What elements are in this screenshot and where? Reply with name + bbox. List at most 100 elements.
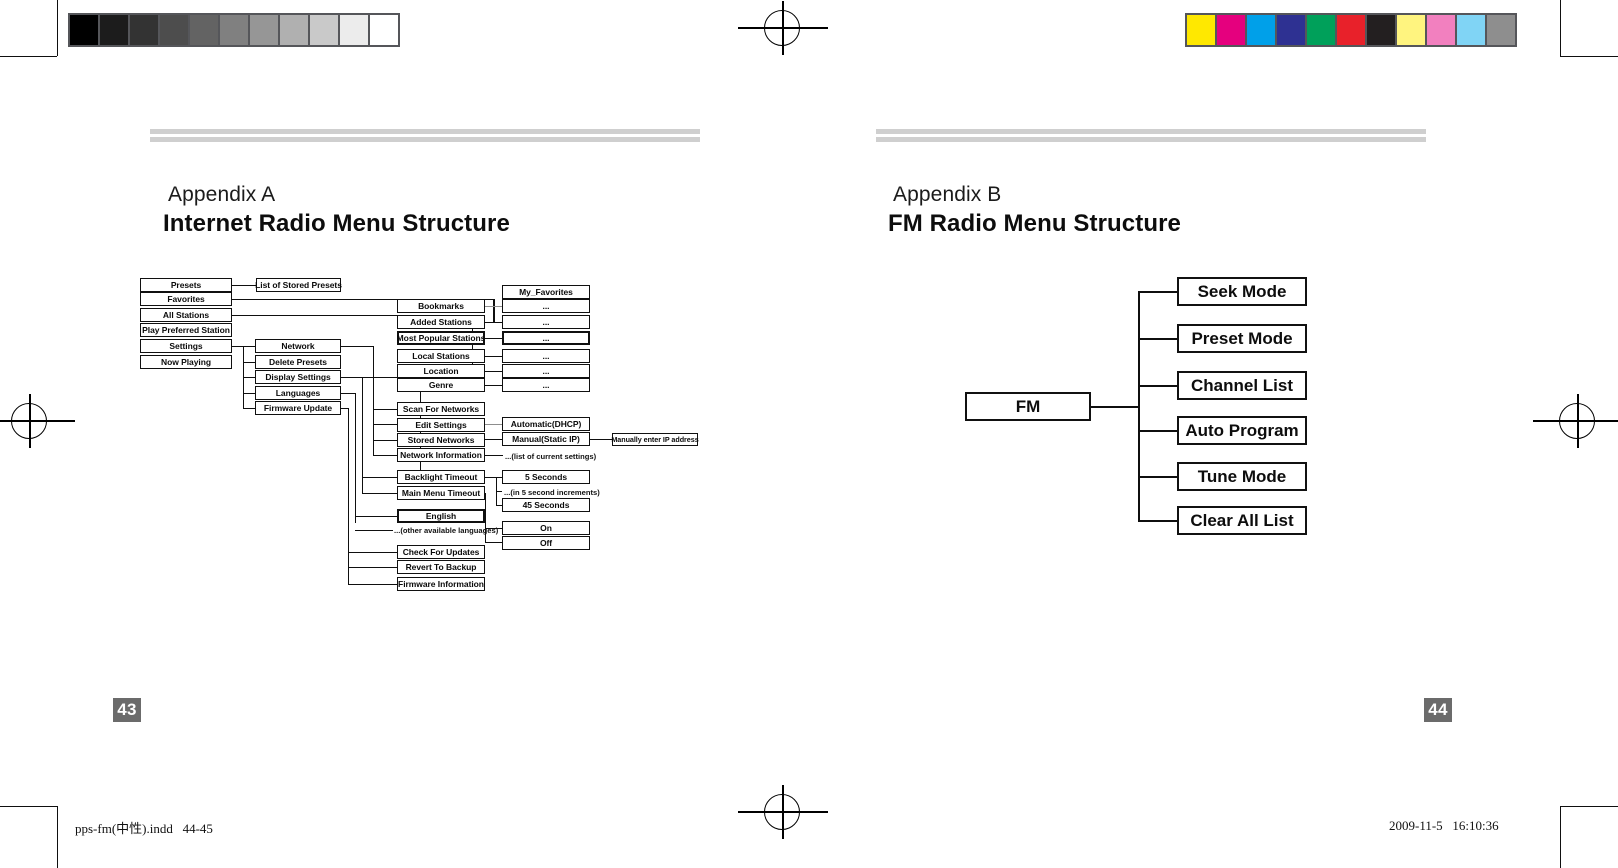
node-manually-enter-ip-address[interactable]: Manually enter IP address bbox=[611, 433, 699, 446]
rule-line-2 bbox=[876, 137, 1426, 142]
crop-line-tr-vertical bbox=[1560, 0, 1562, 56]
left-page-rule-bar bbox=[150, 129, 700, 142]
leafline-local bbox=[484, 356, 502, 358]
node-presets[interactable]: Presets bbox=[140, 278, 232, 292]
node-seek-mode[interactable]: Seek Mode bbox=[1177, 277, 1307, 306]
bus-fm bbox=[1138, 291, 1140, 521]
node-auto-program[interactable]: Auto Program bbox=[1177, 416, 1307, 445]
connector-off bbox=[485, 542, 502, 544]
node-network[interactable]: Network bbox=[255, 339, 341, 353]
node-favorites[interactable]: Favorites bbox=[140, 292, 232, 306]
registration-mark-right bbox=[1533, 394, 1618, 448]
connector-network bbox=[243, 346, 255, 348]
connector-mainmenu bbox=[362, 493, 397, 495]
connector-clear-all-list bbox=[1138, 520, 1178, 522]
color-swatch-3 bbox=[1277, 15, 1305, 45]
connector-scan bbox=[373, 409, 397, 411]
color-swatch-7 bbox=[1397, 15, 1425, 45]
node-channel-list[interactable]: Channel List bbox=[1177, 371, 1307, 400]
node-leaf-bookmarks[interactable]: ... bbox=[502, 299, 590, 313]
rule-line-1 bbox=[876, 129, 1426, 134]
node-clear-all-list[interactable]: Clear All List bbox=[1177, 506, 1307, 535]
node-settings[interactable]: Settings bbox=[140, 339, 232, 353]
gray-swatch-9 bbox=[340, 15, 368, 45]
node-manual-static-ip[interactable]: Manual(Static IP) bbox=[502, 432, 590, 446]
connector-manual-to-ip bbox=[590, 439, 612, 441]
node-leaf-added-stations[interactable]: ... bbox=[502, 315, 590, 329]
connector-stored-to-manual bbox=[485, 439, 503, 441]
node-network-information[interactable]: Network Information bbox=[397, 448, 485, 462]
node-tune-mode[interactable]: Tune Mode bbox=[1177, 462, 1307, 491]
registration-mark-bottom bbox=[738, 785, 828, 839]
node-backlight-timeout[interactable]: Backlight Timeout bbox=[397, 470, 485, 484]
leafline-location bbox=[484, 371, 502, 373]
leafline-added bbox=[484, 322, 502, 324]
node-automatic-dhcp[interactable]: Automatic(DHCP) bbox=[502, 417, 590, 431]
node-genre[interactable]: Genre bbox=[397, 378, 485, 392]
color-swatch-8 bbox=[1427, 15, 1455, 45]
node-scan-for-networks[interactable]: Scan For Networks bbox=[397, 402, 485, 416]
note-other-languages: ...(other available languages) bbox=[394, 525, 499, 535]
color-swatch-1 bbox=[1217, 15, 1245, 45]
node-fm-root[interactable]: FM bbox=[965, 392, 1091, 421]
connector-firmware-update bbox=[243, 408, 255, 410]
node-leaf-most-popular[interactable]: ... bbox=[502, 331, 590, 345]
node-my-favorites[interactable]: My_Favorites bbox=[502, 285, 590, 299]
node-list-of-stored-presets[interactable]: List of Stored Presets bbox=[255, 278, 342, 292]
node-delete-presets[interactable]: Delete Presets bbox=[255, 355, 341, 369]
reg-circle bbox=[1559, 403, 1595, 439]
node-now-playing[interactable]: Now Playing bbox=[140, 355, 232, 369]
connector-netinfo-note bbox=[485, 455, 503, 457]
node-all-stations[interactable]: All Stations bbox=[140, 308, 232, 322]
node-leaf-genre[interactable]: ... bbox=[502, 378, 590, 392]
connector-auto-program bbox=[1138, 430, 1178, 432]
note-5-second-increments: ...(in 5 second increments) bbox=[504, 487, 600, 497]
crop-line-br-horizontal bbox=[1560, 806, 1618, 808]
node-edit-settings[interactable]: Edit Settings bbox=[397, 418, 485, 432]
right-page-rule-bar bbox=[876, 129, 1426, 142]
gray-swatch-4 bbox=[190, 15, 218, 45]
color-swatch-2 bbox=[1247, 15, 1275, 45]
bus-favorites-group bbox=[493, 306, 496, 323]
gray-swatch-7 bbox=[280, 15, 308, 45]
node-languages[interactable]: Languages bbox=[255, 386, 341, 400]
node-play-preferred-station[interactable]: Play Preferred Station bbox=[140, 323, 232, 337]
node-local-stations[interactable]: Local Stations bbox=[397, 349, 485, 363]
node-display-settings[interactable]: Display Settings bbox=[255, 370, 341, 384]
bus-firmware bbox=[348, 408, 350, 584]
node-most-popular-stations[interactable]: Most Popular Stations bbox=[397, 331, 485, 345]
connector-presets bbox=[231, 285, 257, 287]
node-location[interactable]: Location bbox=[397, 364, 485, 378]
color-calibration-strip bbox=[1185, 13, 1517, 47]
crop-line-br-vertical bbox=[1560, 806, 1562, 868]
node-off[interactable]: Off bbox=[502, 536, 590, 550]
left-appendix-label: Appendix A bbox=[168, 183, 276, 206]
connector-edit-to-auto bbox=[485, 424, 503, 426]
node-added-stations[interactable]: Added Stations bbox=[397, 315, 485, 329]
node-preset-mode[interactable]: Preset Mode bbox=[1177, 324, 1307, 353]
node-firmware-update[interactable]: Firmware Update bbox=[255, 401, 341, 415]
connector-stored-networks bbox=[373, 440, 397, 442]
connector-english bbox=[355, 516, 397, 518]
node-stored-networks[interactable]: Stored Networks bbox=[397, 433, 485, 447]
crop-line-tl-vertical bbox=[57, 0, 59, 56]
node-bookmarks[interactable]: Bookmarks bbox=[397, 299, 485, 313]
node-leaf-location[interactable]: ... bbox=[502, 364, 590, 378]
node-main-menu-timeout[interactable]: Main Menu Timeout bbox=[397, 486, 485, 500]
crop-line-tr-horizontal bbox=[1560, 56, 1618, 58]
node-english[interactable]: English bbox=[397, 509, 485, 523]
node-leaf-local-stations[interactable]: ... bbox=[502, 349, 590, 363]
node-revert-to-backup[interactable]: Revert To Backup bbox=[397, 560, 485, 574]
connector-channel-list bbox=[1138, 385, 1178, 387]
color-swatch-4 bbox=[1307, 15, 1335, 45]
gray-swatch-6 bbox=[250, 15, 278, 45]
node-check-for-updates[interactable]: Check For Updates bbox=[397, 545, 485, 559]
node-on[interactable]: On bbox=[502, 521, 590, 535]
color-swatch-0 bbox=[1187, 15, 1215, 45]
node-45-seconds[interactable]: 45 Seconds bbox=[502, 498, 590, 512]
gray-swatch-1 bbox=[100, 15, 128, 45]
node-5-seconds[interactable]: 5 Seconds bbox=[502, 470, 590, 484]
connector-edit-settings bbox=[373, 424, 397, 426]
connector-network-information bbox=[373, 455, 397, 457]
node-firmware-information[interactable]: Firmware Information bbox=[397, 577, 485, 591]
